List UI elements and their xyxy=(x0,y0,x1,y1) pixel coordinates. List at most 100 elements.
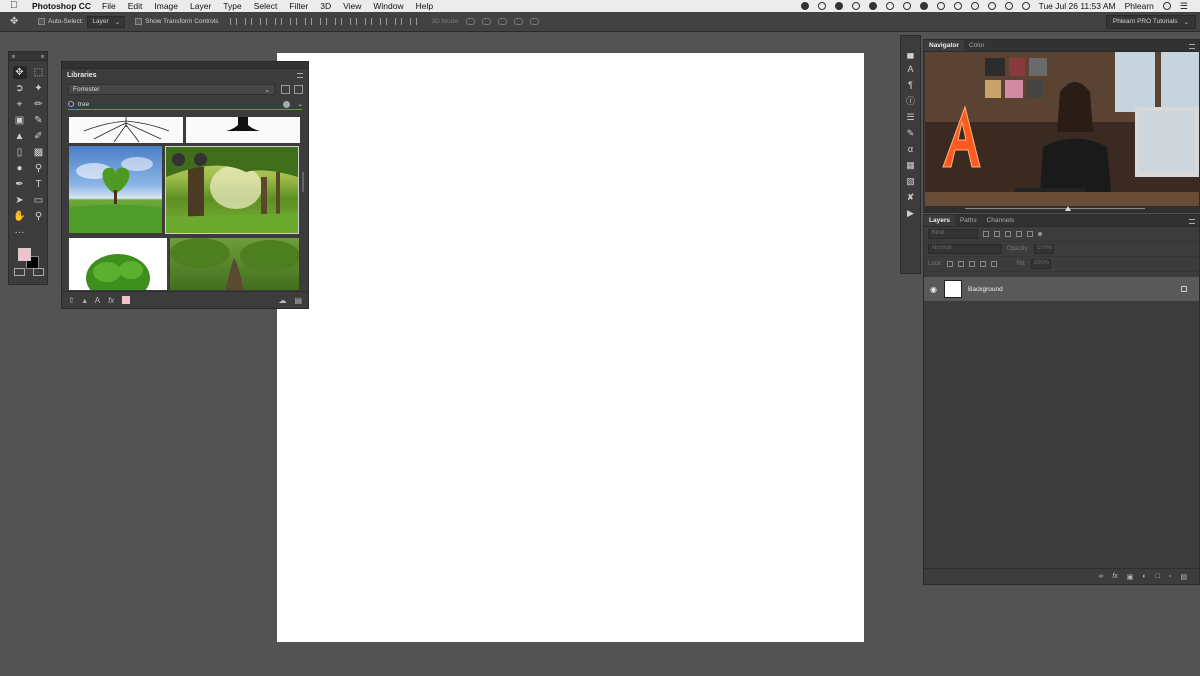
eraser-icon[interactable]: ▯ xyxy=(13,146,27,159)
brush-icon[interactable]: ✎ xyxy=(32,114,46,127)
align-left-icon[interactable] xyxy=(275,18,283,25)
visibility-eye-icon[interactable]: ◉ xyxy=(930,285,940,294)
stock-thumb-green-tree-white[interactable] xyxy=(69,238,167,290)
tab-layers[interactable]: Layers xyxy=(924,215,955,226)
menu-window[interactable]: Window xyxy=(373,1,403,11)
cloud-sync-icon[interactable]: ☁ xyxy=(278,296,286,305)
library-dropdown[interactable]: Forrester ⌄ xyxy=(68,84,275,95)
blend-mode-dropdown[interactable]: Normal xyxy=(928,244,1002,254)
creative-cloud-icon[interactable] xyxy=(800,2,809,10)
screen-mode-icon[interactable] xyxy=(33,268,44,276)
upload-icon[interactable]: ⇧ xyxy=(68,296,75,305)
panel-menu-icon[interactable] xyxy=(1189,44,1195,49)
lock-all-icon[interactable] xyxy=(991,261,998,267)
dropbox-icon[interactable] xyxy=(851,2,860,10)
styles-icon[interactable]: ▧ xyxy=(905,176,916,187)
distribute-right-icon[interactable] xyxy=(395,18,403,25)
stock-thumb-tree-silhouette[interactable] xyxy=(186,117,300,143)
align-hcenter-icon[interactable] xyxy=(290,18,298,25)
menu-layer[interactable]: Layer xyxy=(190,1,211,11)
filter-shape-icon[interactable] xyxy=(1016,231,1022,237)
zoom-slider-knob[interactable] xyxy=(1065,206,1071,211)
align-top-icon[interactable] xyxy=(230,18,238,25)
tools-panel-grip[interactable] xyxy=(9,52,47,61)
menu-type[interactable]: Type xyxy=(223,1,241,11)
dodge-icon[interactable]: ⚲ xyxy=(32,162,46,175)
auto-select-target-dropdown[interactable]: Layer ⌄ xyxy=(87,15,126,28)
skype-icon[interactable] xyxy=(919,2,928,10)
tab-channels[interactable]: Channels xyxy=(982,215,1019,226)
clear-search-icon[interactable] xyxy=(282,100,290,108)
app-menu[interactable]: Photoshop CC xyxy=(32,1,91,11)
mirror-icon[interactable] xyxy=(936,2,945,10)
info-icon[interactable]: ⓘ xyxy=(905,96,916,107)
tab-paths[interactable]: Paths xyxy=(955,215,982,226)
3d-roll-icon[interactable] xyxy=(481,18,491,25)
link-layers-icon[interactable]: ∞ xyxy=(1098,573,1103,580)
glyphs-icon[interactable]: α xyxy=(905,144,916,155)
align-bottom-icon[interactable] xyxy=(260,18,268,25)
layer-lock-icon[interactable] xyxy=(1181,286,1187,292)
record-icon[interactable] xyxy=(868,2,877,10)
foreground-color-swatch[interactable] xyxy=(18,248,31,261)
clock[interactable]: Tue Jul 26 11:53 AM xyxy=(1039,1,1116,11)
chevron-down-icon[interactable]: ⌄ xyxy=(298,100,303,108)
eject-icon[interactable] xyxy=(970,2,979,10)
transform-controls-checkbox[interactable] xyxy=(135,18,143,25)
actions-icon[interactable]: ▶ xyxy=(905,208,916,219)
quick-mask-icon[interactable] xyxy=(14,268,25,276)
shape-icon[interactable]: ▭ xyxy=(32,194,46,207)
fill-input[interactable]: 100% xyxy=(1030,259,1051,269)
filter-type-icon[interactable] xyxy=(1005,231,1011,237)
move-tool-preset-icon[interactable]: ✥ xyxy=(10,16,28,27)
tab-color[interactable]: Color xyxy=(964,40,990,51)
tool-presets-icon[interactable]: ✘ xyxy=(905,192,916,203)
filter-toggle-icon[interactable] xyxy=(1038,232,1042,236)
apple-icon[interactable]:  xyxy=(10,1,20,11)
menu-edit[interactable]: Edit xyxy=(128,1,143,11)
panel-menu-icon[interactable] xyxy=(1189,219,1195,224)
menu-filter[interactable]: Filter xyxy=(289,1,308,11)
new-group-icon[interactable]: □ xyxy=(1156,573,1160,580)
wifi-icon[interactable] xyxy=(1021,2,1030,10)
spotlight-icon[interactable] xyxy=(1162,2,1171,10)
3d-slide-icon[interactable] xyxy=(513,18,523,25)
distribute-top-icon[interactable] xyxy=(320,18,328,25)
add-color-swatch-icon[interactable] xyxy=(122,296,131,304)
add-mask-icon[interactable]: ▣ xyxy=(1127,573,1134,581)
bluetooth-icon[interactable] xyxy=(1004,2,1013,10)
paragraph-icon[interactable]: ¶ xyxy=(905,80,916,91)
lock-transparent-icon[interactable] xyxy=(947,261,954,267)
stock-thumb-roots-tree[interactable] xyxy=(69,117,183,143)
tab-navigator[interactable]: Navigator xyxy=(924,40,964,51)
add-layer-style-icon[interactable]: fx xyxy=(1112,573,1117,580)
airplay-icon[interactable] xyxy=(953,2,962,10)
new-layer-icon[interactable]: ▫ xyxy=(1169,573,1171,580)
filter-kind-dropdown[interactable]: Kind xyxy=(928,229,978,239)
more-icon[interactable]: ··· xyxy=(13,226,27,239)
eyedropper-icon[interactable]: ✏ xyxy=(32,98,46,111)
type-icon[interactable]: T xyxy=(32,178,46,191)
path-select-icon[interactable]: ➤ xyxy=(13,194,27,207)
libraries-panel-grip[interactable] xyxy=(62,62,308,69)
histogram-icon[interactable]: ▄ xyxy=(905,48,916,59)
navigator-preview[interactable] xyxy=(925,52,1199,207)
character-icon[interactable]: A xyxy=(905,64,916,75)
new-adjustment-icon[interactable]: ◐ xyxy=(1142,573,1146,580)
menu-file[interactable]: File xyxy=(102,1,116,11)
list-view-icon[interactable] xyxy=(294,85,303,94)
distribute-vcenter-icon[interactable] xyxy=(335,18,343,25)
evernote-icon[interactable] xyxy=(834,2,843,10)
blur-icon[interactable]: ● xyxy=(13,162,27,175)
notification-center-icon[interactable]: ☰ xyxy=(1180,1,1188,12)
3d-scale-icon[interactable] xyxy=(529,18,539,25)
menu-3d[interactable]: 3D xyxy=(320,1,331,11)
properties-icon[interactable]: ☰ xyxy=(905,112,916,123)
block-icon[interactable] xyxy=(902,2,911,10)
library-search-input[interactable]: tree xyxy=(78,101,283,108)
license-image-icon[interactable] xyxy=(194,153,207,166)
3d-pan-icon[interactable] xyxy=(497,18,507,25)
crop-icon[interactable]: ⌖ xyxy=(13,98,27,111)
menu-image[interactable]: Image xyxy=(154,1,178,11)
zoom-slider-track[interactable] xyxy=(965,208,1145,209)
